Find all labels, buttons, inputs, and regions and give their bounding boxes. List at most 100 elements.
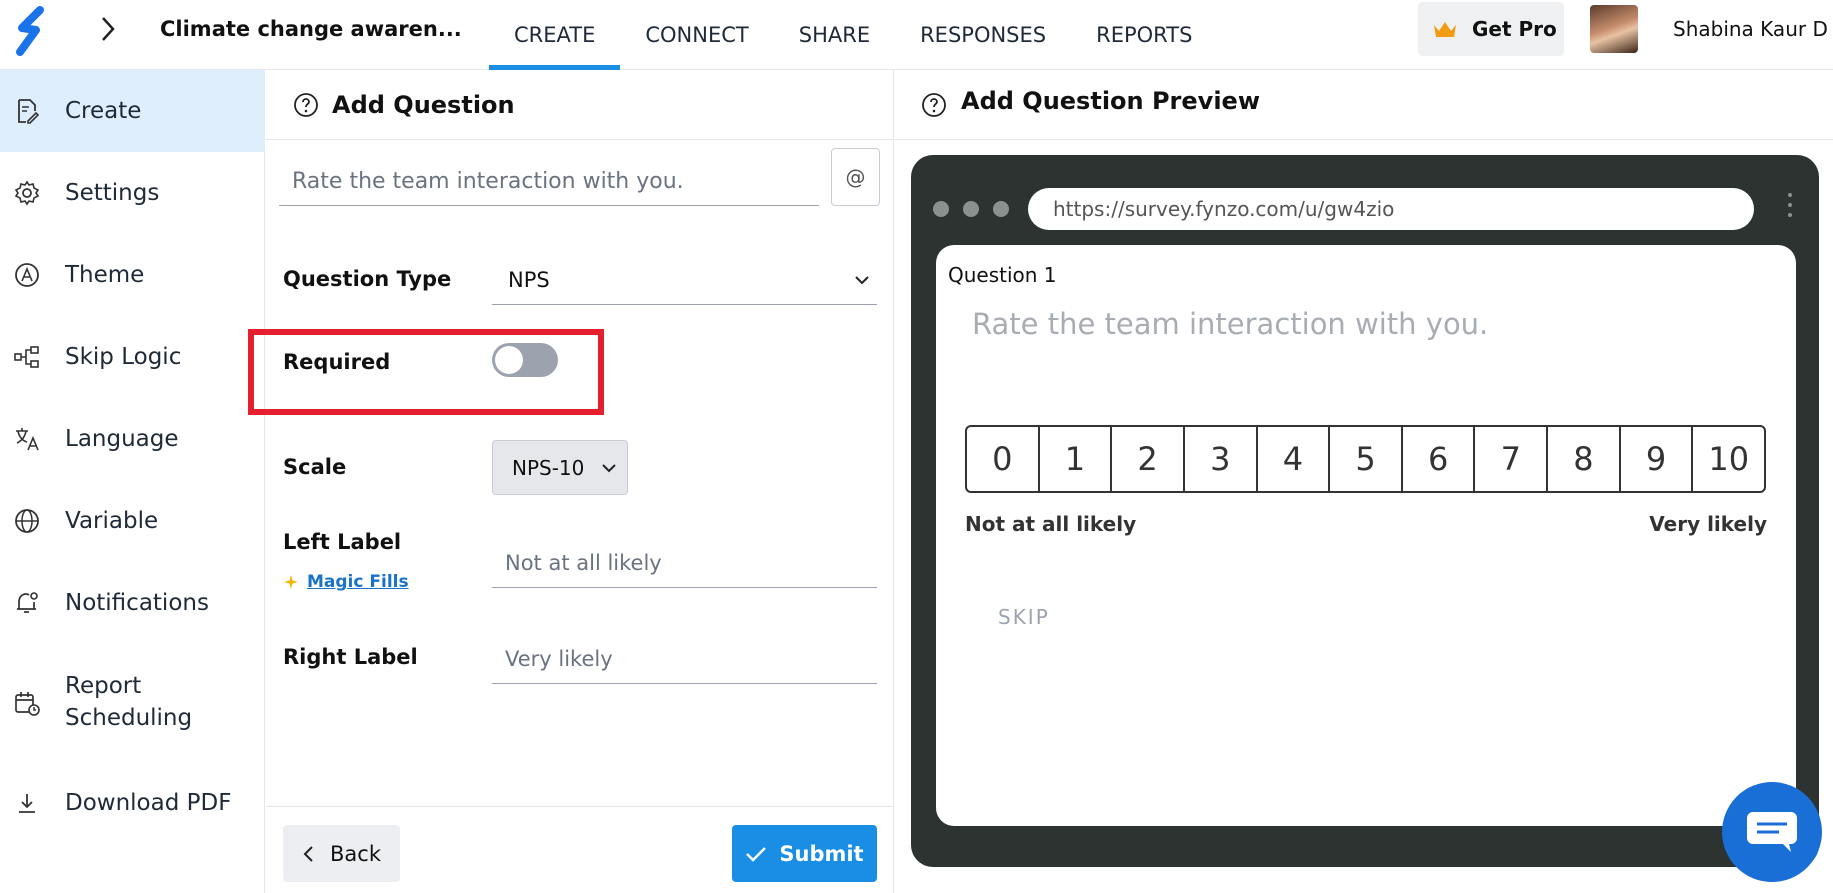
help-circle-icon: [922, 93, 946, 117]
back-label: Back: [330, 841, 381, 866]
translate-icon: [16, 428, 39, 451]
preview-title: Add Question Preview: [961, 87, 1260, 115]
nps-option[interactable]: 9: [1621, 427, 1694, 491]
sidebar-item-label: Variable: [65, 508, 159, 534]
panel-title: Add Question: [332, 90, 515, 119]
preview-header: Add Question Preview: [895, 70, 1833, 140]
survey-screen: Question 1 Rate the team interaction wit…: [936, 245, 1796, 826]
tab-responses[interactable]: RESPONSES: [895, 0, 1071, 70]
sidebar-item-report-scheduling[interactable]: Report Scheduling: [0, 644, 265, 762]
submit-button[interactable]: Submit: [732, 825, 877, 882]
chevron-left-icon: [303, 845, 313, 862]
sidebar-item-language[interactable]: Language: [0, 398, 265, 480]
nps-option[interactable]: 2: [1112, 427, 1185, 491]
user-name[interactable]: Shabina Kaur D: [1673, 17, 1828, 41]
check-icon: [746, 846, 767, 862]
sidebar-item-skip-logic[interactable]: Skip Logic: [0, 316, 265, 398]
sidebar-item-settings[interactable]: Settings: [0, 152, 265, 234]
nps-option[interactable]: 0: [967, 427, 1040, 491]
sidebar-item-download-pdf[interactable]: Download PDF: [0, 762, 265, 844]
calendar-clock-icon: [15, 692, 40, 716]
scale-label: Scale: [283, 455, 347, 479]
skip-button[interactable]: SKIP: [998, 605, 1050, 629]
question-text: Rate the team interaction with you.: [972, 307, 1489, 341]
left-label-input[interactable]: Not at all likely: [492, 538, 877, 588]
gear-icon: [14, 180, 40, 206]
flow-icon: [14, 346, 39, 368]
palette-icon: [15, 263, 39, 287]
mention-button[interactable]: @: [831, 148, 880, 206]
nps-left-text: Not at all likely: [965, 512, 1137, 536]
question-text-input[interactable]: [279, 158, 819, 206]
app-logo-icon[interactable]: [14, 6, 48, 58]
panel-header: Add Question: [266, 70, 893, 140]
submit-label: Submit: [779, 841, 864, 866]
download-icon: [19, 794, 35, 813]
help-circle-icon: [294, 93, 318, 117]
sidebar-item-label: Report Scheduling: [65, 673, 193, 731]
magic-fills-link[interactable]: Magic Fills: [307, 572, 409, 592]
right-label-heading: Right Label: [283, 645, 418, 669]
sidebar-item-notifications[interactable]: Notifications: [0, 562, 265, 644]
right-label-input[interactable]: Very likely: [492, 634, 877, 684]
main-nav: CREATE CONNECT SHARE RESPONSES REPORTS: [489, 0, 1217, 70]
add-question-panel: Add Question @ Question Type NPS Require…: [266, 70, 894, 893]
nps-option[interactable]: 6: [1403, 427, 1476, 491]
tab-share[interactable]: SHARE: [774, 0, 895, 70]
nps-right-text: Very likely: [1649, 512, 1767, 536]
bell-icon: [17, 592, 38, 613]
panel-footer: Back Submit: [266, 806, 893, 893]
required-highlight-box: [248, 329, 604, 415]
kebab-menu-icon[interactable]: [1786, 193, 1794, 225]
get-pro-button[interactable]: Get Pro: [1418, 2, 1564, 56]
edit-document-icon: [18, 99, 40, 124]
tab-create[interactable]: CREATE: [489, 0, 621, 70]
survey-title[interactable]: Climate change awaren...: [160, 17, 462, 41]
nps-option[interactable]: 3: [1185, 427, 1258, 491]
nps-option[interactable]: 5: [1330, 427, 1403, 491]
nps-option[interactable]: 4: [1258, 427, 1331, 491]
top-bar: Climate change awaren... CREATE CONNECT …: [0, 0, 1833, 70]
get-pro-label: Get Pro: [1472, 17, 1557, 41]
question-type-value: NPS: [508, 267, 550, 292]
nps-option[interactable]: 10: [1693, 427, 1764, 491]
chat-widget-button[interactable]: [1722, 782, 1822, 882]
sidebar-item-variable[interactable]: Variable: [0, 480, 265, 562]
crown-icon: [1434, 22, 1456, 37]
browser-frame: https://survey.fynzo.com/u/gw4zio Questi…: [911, 155, 1819, 867]
sparkle-icon: [284, 575, 298, 589]
chevron-right-icon[interactable]: [98, 14, 118, 44]
nps-option[interactable]: 7: [1475, 427, 1549, 491]
url-bar[interactable]: https://survey.fynzo.com/u/gw4zio: [1028, 188, 1754, 230]
nps-option[interactable]: 8: [1548, 427, 1621, 491]
sidebar-item-label: Theme: [65, 262, 145, 288]
scale-select[interactable]: NPS-10: [492, 440, 628, 495]
sidebar-item-label: Create: [65, 98, 142, 124]
chat-bubble-icon: [1747, 812, 1797, 852]
sidebar-item-label: Language: [65, 426, 179, 452]
globe-icon: [15, 509, 39, 533]
nps-option[interactable]: 1: [1040, 427, 1113, 491]
nps-scale: 0 1 2 3 4 5 6 7 8 9 10: [965, 425, 1766, 493]
sidebar-item-label: Notifications: [65, 590, 209, 616]
sidebar-item-label: Download PDF: [65, 790, 232, 816]
question-number: Question 1: [948, 263, 1057, 287]
sidebar: Create Settings Theme Skip Logic Languag…: [0, 70, 265, 893]
magic-fills: Magic Fills: [283, 572, 409, 592]
tab-connect[interactable]: CONNECT: [620, 0, 773, 70]
sidebar-item-label: Skip Logic: [65, 344, 182, 370]
left-label-heading: Left Label: [283, 530, 402, 554]
avatar[interactable]: [1590, 5, 1638, 53]
chevron-down-icon: [855, 276, 869, 285]
sidebar-item-create[interactable]: Create: [0, 70, 265, 152]
window-dots: [933, 201, 1009, 217]
back-button[interactable]: Back: [283, 825, 400, 882]
scale-value: NPS-10: [512, 455, 585, 480]
preview-panel: Add Question Preview https://survey.fynz…: [895, 70, 1833, 893]
tab-reports[interactable]: REPORTS: [1071, 0, 1217, 70]
question-type-label: Question Type: [283, 267, 452, 291]
question-type-select[interactable]: NPS: [492, 255, 877, 305]
chevron-down-icon: [602, 464, 616, 473]
sidebar-item-theme[interactable]: Theme: [0, 234, 265, 316]
sidebar-item-label: Settings: [65, 180, 160, 206]
